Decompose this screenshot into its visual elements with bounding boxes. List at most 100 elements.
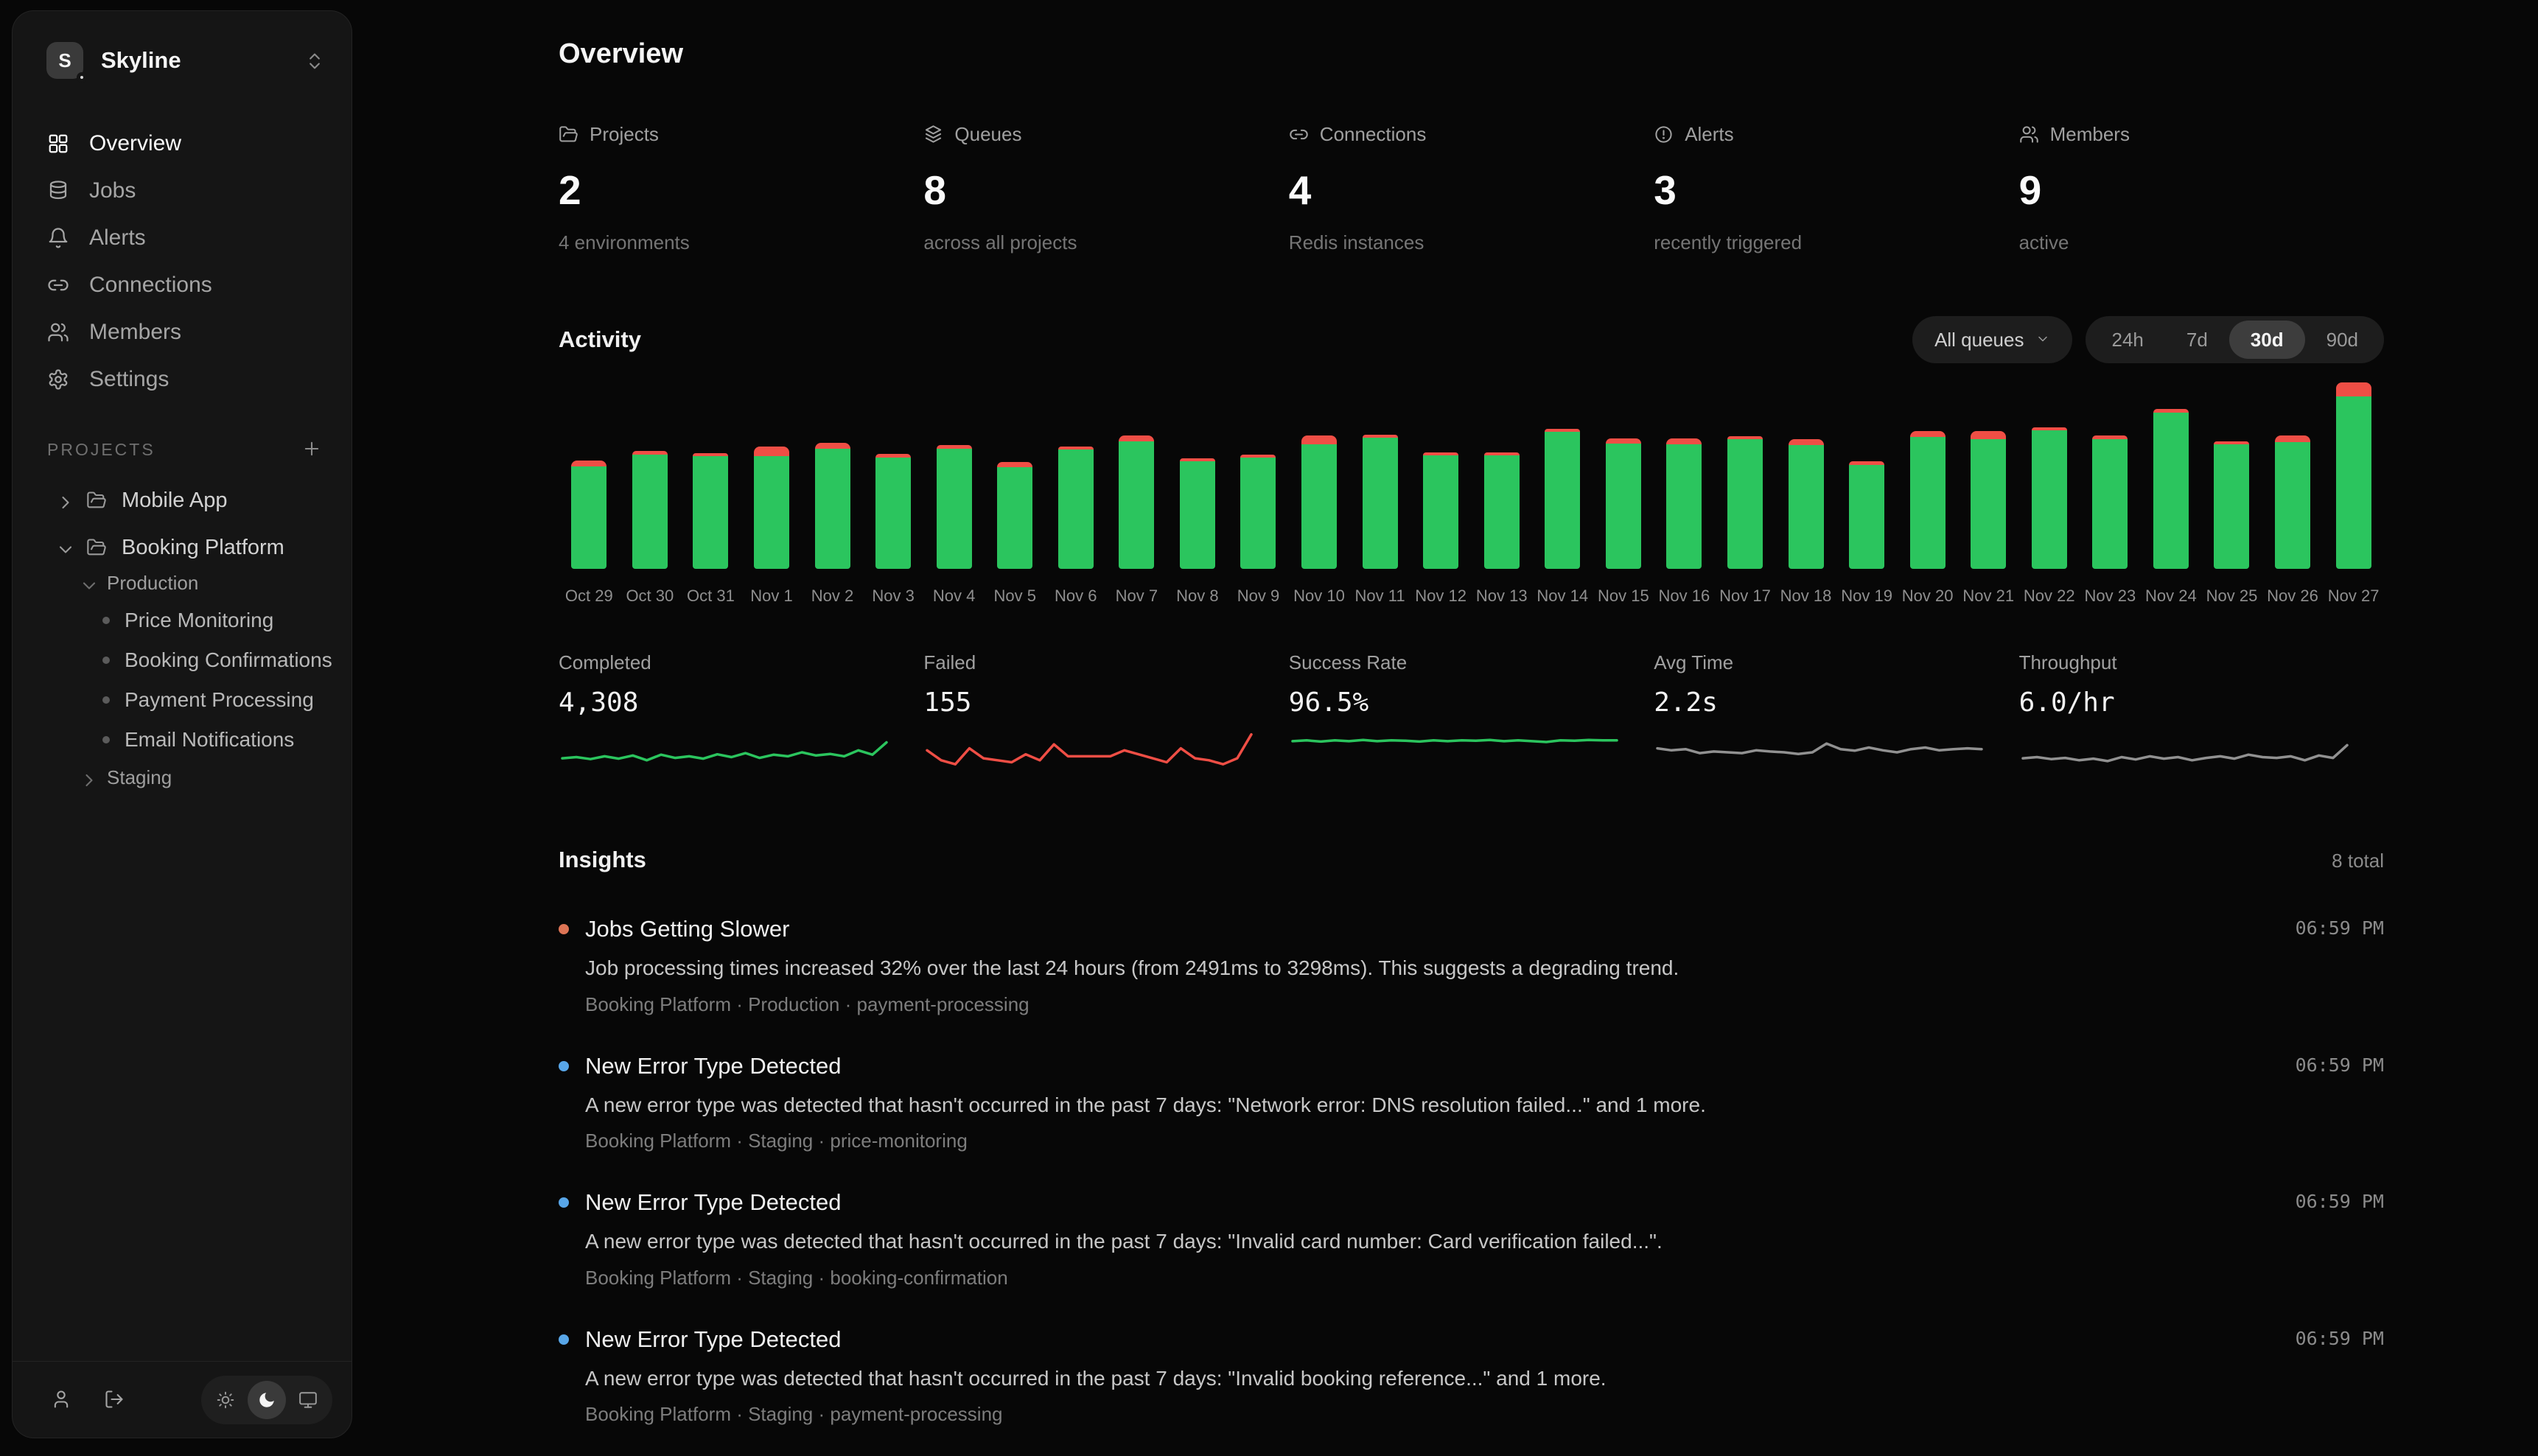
theme-light-button[interactable] (206, 1381, 245, 1419)
bar-nov-5 (997, 462, 1032, 569)
insight-item[interactable]: New Error Type Detected06:59 PMA new err… (559, 1053, 2384, 1153)
bar-failed-segment (1666, 438, 1702, 445)
bell-icon (47, 227, 69, 249)
insight-item[interactable]: New Error Type Detected06:59 PMA new err… (559, 1326, 2384, 1427)
gear-icon (47, 368, 69, 391)
bar-failed-segment (571, 461, 606, 467)
stat-card-connections: Connections4Redis instances (1289, 123, 1654, 254)
bar-oct-30 (632, 451, 668, 569)
insight-item[interactable]: Jobs Getting Slower06:59 PMJob processin… (559, 916, 2384, 1016)
insight-breadcrumb: Booking Platform · Staging · price-monit… (585, 1130, 2148, 1152)
stat-value: 8 (923, 167, 1288, 214)
tree-item-label: Mobile App (122, 489, 228, 513)
link-icon (47, 274, 69, 296)
bar-completed-segment (1180, 461, 1215, 569)
bar-date-label: Nov 9 (1228, 587, 1289, 606)
sidebar-item-members[interactable]: Members (13, 309, 352, 356)
env-staging[interactable]: Staging (13, 760, 352, 795)
queue-email-notifications[interactable]: Email Notifications (13, 720, 352, 760)
bar-date-label: Oct 29 (559, 587, 620, 606)
sidebar-item-settings[interactable]: Settings (13, 356, 352, 403)
workspace-initial: S (58, 49, 71, 72)
chevron-right-icon (79, 770, 99, 791)
bar-column (1228, 382, 1289, 569)
bar-completed-segment (1301, 444, 1337, 569)
time-range-segmented: 24h7d30d90d (2086, 316, 2384, 363)
bar-nov-10 (1301, 435, 1337, 570)
tree-item-label: Email Notifications (125, 728, 294, 752)
bar-date-label: Nov 4 (923, 587, 985, 606)
queue-dot-icon (102, 736, 110, 743)
chevron-down-icon (2035, 329, 2050, 351)
range-7d-button[interactable]: 7d (2165, 321, 2229, 359)
insight-breadcrumb: Booking Platform · Production · payment-… (585, 993, 2148, 1016)
bar-nov-2 (815, 443, 850, 569)
stat-label: Members (2050, 123, 2130, 146)
sidebar: S Skyline OverviewJobsAlertsConnections M… (12, 10, 352, 1438)
activity-title: Activity (559, 326, 641, 353)
bar-nov-21 (1971, 431, 2006, 569)
theme-switcher (201, 1376, 332, 1424)
range-24h-button[interactable]: 24h (2090, 321, 2164, 359)
project-booking-platform[interactable]: Booking Platform (13, 530, 352, 565)
sidebar-item-jobs[interactable]: Jobs (13, 167, 352, 214)
chevron-down-icon (79, 575, 99, 596)
workspace-switcher[interactable]: S Skyline (46, 42, 324, 79)
project-mobile-app[interactable]: Mobile App (13, 483, 352, 518)
insight-timestamp: 06:59 PM (2296, 1328, 2384, 1349)
sidebar-item-overview[interactable]: Overview (13, 120, 352, 167)
insight-title: New Error Type Detected (585, 1326, 2148, 1353)
bar-nov-23 (2092, 435, 2128, 570)
folder-icon (86, 490, 107, 511)
bar-column (985, 382, 1046, 569)
queue-booking-confirmations[interactable]: Booking Confirmations (13, 640, 352, 680)
bar-column (2141, 382, 2202, 569)
sidebar-item-connections[interactable]: Connections (13, 262, 352, 309)
bar-date-label: Nov 13 (1471, 587, 1532, 606)
bar-nov-18 (1789, 439, 1824, 569)
insight-description: A new error type was detected that hasn'… (585, 1229, 2148, 1254)
bar-date-label: Nov 11 (1349, 587, 1410, 606)
folder-icon (86, 537, 107, 558)
bar-column (2262, 382, 2324, 569)
bar-date-label: Nov 25 (2201, 587, 2262, 606)
theme-dark-button[interactable] (248, 1381, 286, 1419)
queue-filter-dropdown[interactable]: All queues (1912, 316, 2072, 363)
bar-completed-segment (1971, 439, 2006, 569)
bar-date-label: Nov 6 (1046, 587, 1107, 606)
insights-title: Insights (559, 847, 646, 873)
range-90d-button[interactable]: 90d (2305, 321, 2380, 359)
queue-price-monitoring[interactable]: Price Monitoring (13, 601, 352, 640)
queue-payment-processing[interactable]: Payment Processing (13, 680, 352, 720)
bar-column (1106, 382, 1167, 569)
stat-value: 3 (1654, 167, 2018, 214)
add-project-button[interactable] (301, 438, 324, 461)
bar-completed-segment (2032, 430, 2067, 569)
tree-item-label: Payment Processing (125, 688, 314, 712)
tree-item-label: Price Monitoring (125, 609, 273, 632)
sidebar-footer (13, 1361, 352, 1438)
insight-description: A new error type was detected that hasn'… (585, 1093, 2148, 1118)
user-icon[interactable] (51, 1389, 73, 1411)
sidebar-item-alerts[interactable]: Alerts (13, 214, 352, 262)
theme-system-button[interactable] (289, 1381, 327, 1419)
main-content: Overview Projects24 environmentsQueues8a… (559, 38, 2384, 1456)
chevron-down-icon (55, 539, 76, 560)
stat-label: Projects (590, 123, 659, 146)
bar-date-label: Nov 21 (1958, 587, 2019, 606)
metric-label: Completed (559, 651, 923, 674)
users-icon (47, 321, 69, 343)
insight-severity-dot (559, 1334, 569, 1345)
bar-column (559, 382, 620, 569)
sidebar-item-label: Members (89, 320, 181, 345)
bar-completed-segment (1606, 444, 1641, 569)
bar-nov-3 (875, 454, 911, 569)
range-30d-button[interactable]: 30d (2229, 321, 2305, 359)
metric-value: 6.0/hr (2019, 687, 2384, 718)
insight-description: Job processing times increased 32% over … (585, 956, 2148, 981)
logout-icon[interactable] (104, 1389, 126, 1411)
env-production[interactable]: Production (13, 565, 352, 601)
bar-completed-segment (1484, 455, 1520, 569)
insight-item[interactable]: New Error Type Detected06:59 PMA new err… (559, 1189, 2384, 1289)
bar-nov-27 (2336, 382, 2371, 569)
